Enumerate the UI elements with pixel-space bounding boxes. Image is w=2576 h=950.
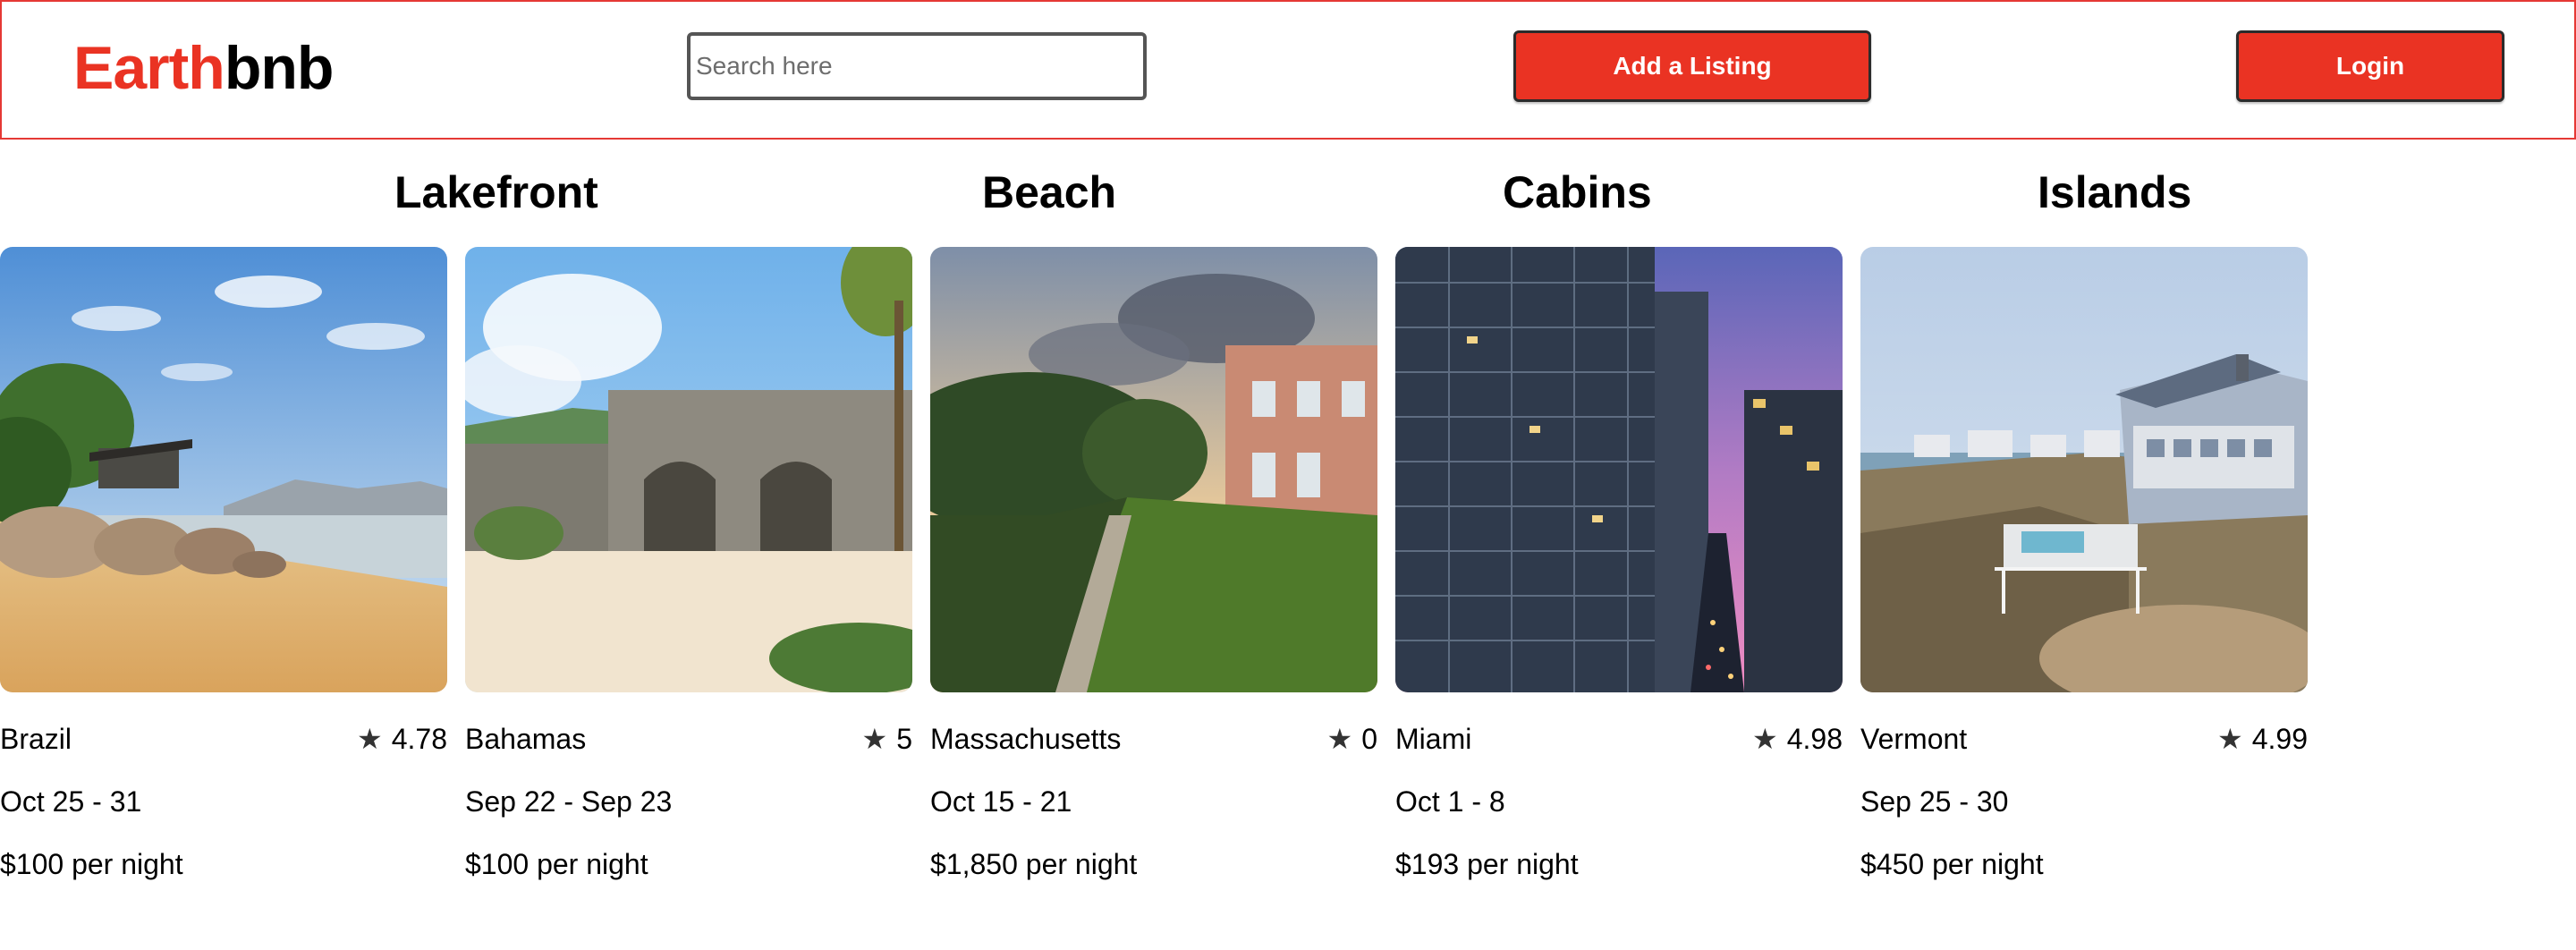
site-header: Earthbnb Add a Listing Login <box>0 0 2576 140</box>
listing-card[interactable]: Massachusetts ★ 0 Oct 15 - 21 $1,850 per… <box>930 247 1377 909</box>
logo-bnb: bnb <box>224 34 335 102</box>
listing-price: $1,850 per night <box>930 848 1138 880</box>
listing-rating: ★ 4.98 <box>1752 721 1843 757</box>
logo-earth: Earth <box>73 34 225 102</box>
star-icon: ★ <box>1752 723 1778 755</box>
listing-price: $450 per night <box>1860 848 2044 880</box>
logo[interactable]: Earthbnb <box>73 32 335 104</box>
search-input[interactable] <box>687 32 1147 100</box>
listing-location: Massachusetts <box>930 723 1122 755</box>
login-button[interactable]: Login <box>2236 30 2504 102</box>
category-lakefront[interactable]: Lakefront <box>394 165 598 219</box>
listing-card[interactable]: Brazil ★ 4.78 Oct 25 - 31 $100 per night <box>0 247 447 909</box>
category-islands[interactable]: Islands <box>2038 165 2191 219</box>
rating-value: 4.99 <box>2251 723 2308 755</box>
listing-location: Vermont <box>1860 723 1968 755</box>
rating-value: 0 <box>1361 723 1377 755</box>
add-listing-button[interactable]: Add a Listing <box>1513 30 1871 102</box>
listing-dates: Oct 25 - 31 <box>0 785 142 818</box>
listing-price: $193 per night <box>1395 848 1579 880</box>
listing-dates: Oct 1 - 8 <box>1395 785 1505 818</box>
listing-photo-brazil[interactable] <box>0 247 447 692</box>
listing-card[interactable]: Miami ★ 4.98 Oct 1 - 8 $193 per night <box>1395 247 1843 909</box>
listing-dates: Sep 22 - Sep 23 <box>465 785 673 818</box>
listing-card[interactable]: Vermont ★ 4.99 Sep 25 - 30 $450 per nigh… <box>1860 247 2308 909</box>
star-icon: ★ <box>1326 723 1353 755</box>
listing-photo-massachusetts[interactable] <box>930 247 1377 692</box>
listing-dates: Sep 25 - 30 <box>1860 785 2009 818</box>
listing-photo-vermont[interactable] <box>1860 247 2308 692</box>
listing-rating: ★ 4.78 <box>357 721 447 757</box>
listing-price: $100 per night <box>0 848 183 880</box>
listing-rating: ★ 0 <box>1327 721 1377 757</box>
category-cabins[interactable]: Cabins <box>1503 165 1652 219</box>
star-icon: ★ <box>2217 723 2243 755</box>
listing-location: Bahamas <box>465 723 587 755</box>
listing-location: Brazil <box>0 723 72 755</box>
star-icon: ★ <box>357 723 383 755</box>
star-icon: ★ <box>861 723 888 755</box>
listing-card[interactable]: Bahamas ★ 5 Sep 22 - Sep 23 $100 per nig… <box>465 247 912 909</box>
rating-value: 5 <box>896 723 912 755</box>
listing-price: $100 per night <box>465 848 648 880</box>
listing-dates: Oct 15 - 21 <box>930 785 1072 818</box>
rating-value: 4.78 <box>391 723 447 755</box>
listing-rating: ★ 4.99 <box>2217 721 2308 757</box>
listing-photo-bahamas[interactable] <box>465 247 912 692</box>
listing-rating: ★ 5 <box>862 721 912 757</box>
listing-photo-miami[interactable] <box>1395 247 1843 692</box>
category-beach[interactable]: Beach <box>982 165 1116 219</box>
listing-location: Miami <box>1395 723 1472 755</box>
rating-value: 4.98 <box>1786 723 1843 755</box>
